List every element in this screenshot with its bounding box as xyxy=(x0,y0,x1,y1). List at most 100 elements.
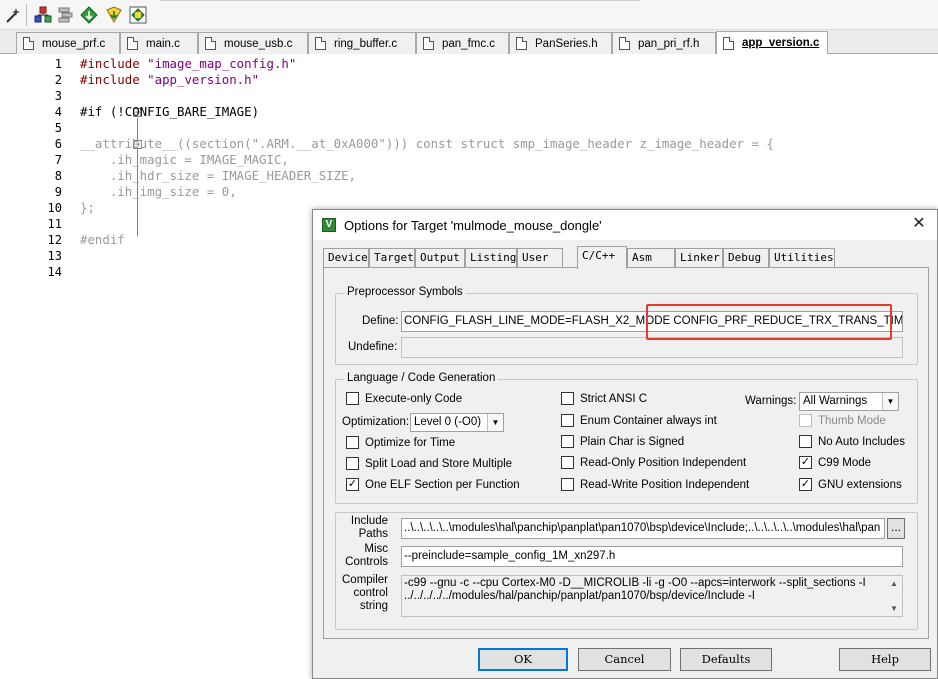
code-line-6: __attribute__((section(".ARM.__at_0xA000… xyxy=(80,136,774,151)
download-icon[interactable] xyxy=(104,5,124,25)
main-toolbar xyxy=(0,0,938,30)
define-label: Define: xyxy=(362,315,399,327)
tab-c-cpp[interactable]: C/C++ xyxy=(577,246,627,269)
file-icon xyxy=(315,37,326,50)
target-options-icon[interactable] xyxy=(79,5,99,25)
manage-project-icon[interactable] xyxy=(128,5,148,25)
tab-ring-buffer-c[interactable]: ring_buffer.c xyxy=(308,32,416,54)
check-icon: ✓ xyxy=(799,456,812,469)
file-icon xyxy=(516,37,527,50)
checkbox-box xyxy=(561,478,574,491)
code-line-2: #include "app_version.h" xyxy=(80,72,260,87)
c99-mode-checkbox[interactable]: ✓ C99 Mode xyxy=(799,456,871,469)
gnu-extensions-checkbox[interactable]: ✓ GNU extensions xyxy=(799,478,902,491)
checkbox-box xyxy=(799,414,812,427)
checkbox-box xyxy=(346,392,359,405)
dialog-tab-strip: Device Target Output Listing User C/C++ … xyxy=(323,246,929,269)
code-line-7: .ih_magic = IMAGE_MAGIC, xyxy=(80,152,289,167)
toolbar-separator xyxy=(26,4,27,26)
warnings-select[interactable]: All Warnings ▼ xyxy=(799,392,899,411)
scroll-up-icon[interactable]: ▲ xyxy=(890,577,898,590)
dialog-title: Options for Target 'mulmode_mouse_dongle… xyxy=(344,217,602,233)
chevron-down-icon: ▼ xyxy=(487,414,503,431)
tab-listing[interactable]: Listing xyxy=(465,248,517,268)
line-number: 12 xyxy=(47,233,62,247)
ok-button[interactable]: OK xyxy=(478,648,568,671)
one-elf-section-checkbox[interactable]: ✓ One ELF Section per Function xyxy=(346,478,520,491)
line-number: 11 xyxy=(47,217,62,231)
tab-output[interactable]: Output xyxy=(415,248,465,268)
vertical-scrollbar[interactable]: ▲ ▼ xyxy=(887,577,901,615)
dialog-title-bar[interactable]: V Options for Target 'mulmode_mouse_dong… xyxy=(313,210,937,240)
tab-asm[interactable]: Asm xyxy=(627,248,675,268)
plain-char-signed-checkbox[interactable]: Plain Char is Signed xyxy=(561,435,684,448)
wand-icon[interactable] xyxy=(3,5,23,25)
code-line-1: #include "image_map_config.h" xyxy=(80,56,297,71)
no-auto-includes-checkbox[interactable]: No Auto Includes xyxy=(799,435,905,448)
line-number: 9 xyxy=(54,185,62,199)
execute-only-code-checkbox[interactable]: Execute-only Code xyxy=(346,392,462,405)
close-icon[interactable]: ✕ xyxy=(909,214,929,234)
line-number: 13 xyxy=(47,249,62,263)
misc-controls-input[interactable]: --preinclude=sample_config_1M_xn297.h xyxy=(401,546,903,567)
file-icon xyxy=(23,37,34,50)
help-button[interactable]: Help xyxy=(839,648,931,671)
cancel-button[interactable]: Cancel xyxy=(578,648,671,671)
line-number: 5 xyxy=(54,121,62,135)
preprocessor-symbols-group: Preprocessor Symbols Define: CONFIG_FLAS… xyxy=(335,286,918,365)
code-line-12: #endif xyxy=(80,232,125,247)
compiler-control-string-textarea[interactable]: -c99 --gnu -c --cpu Cortex-M0 -D__MICROL… xyxy=(401,575,903,617)
build-target-icon[interactable] xyxy=(33,5,53,25)
tab-utilities[interactable]: Utilities xyxy=(769,248,835,268)
tab-panseries-h[interactable]: PanSeries.h xyxy=(509,32,612,54)
undefine-label: Undefine: xyxy=(348,341,398,353)
line-number: 6 xyxy=(54,137,62,151)
tab-target[interactable]: Target xyxy=(369,248,415,268)
optimize-for-time-checkbox[interactable]: Optimize for Time xyxy=(346,436,455,449)
checkbox-box xyxy=(561,414,574,427)
file-icon xyxy=(723,36,734,50)
optimization-select[interactable]: Level 0 (-O0) ▼ xyxy=(410,413,504,432)
split-load-store-checkbox[interactable]: Split Load and Store Multiple xyxy=(346,457,512,470)
chevron-down-icon: ▼ xyxy=(882,393,898,410)
undefine-input[interactable] xyxy=(401,337,903,358)
line-number: 2 xyxy=(54,73,62,87)
code-line-10: }; xyxy=(80,200,95,215)
scroll-down-icon[interactable]: ▼ xyxy=(890,602,898,615)
tab-mouse-usb-c[interactable]: mouse_usb.c xyxy=(198,32,308,54)
include-paths-input[interactable]: ..\..\..\..\..\modules\hal\panchip\panpl… xyxy=(401,518,885,539)
line-number: 8 xyxy=(54,169,62,183)
code-line-4: #if (!CONFIG_BARE_IMAGE) xyxy=(80,104,260,119)
line-number-gutter: 1 2 3 4 5 6 7 8 9 10 11 12 13 14 xyxy=(0,55,66,679)
c-cpp-tab-panel: Preprocessor Symbols Define: CONFIG_FLAS… xyxy=(323,267,929,639)
tab-linker[interactable]: Linker xyxy=(675,248,723,268)
readonly-position-independent-checkbox[interactable]: Read-Only Position Independent xyxy=(561,456,746,469)
tab-mouse-prf-c[interactable]: mouse_prf.c xyxy=(16,32,120,54)
check-icon: ✓ xyxy=(799,478,812,491)
toolbar-divider-line xyxy=(160,0,640,2)
tab-main-c[interactable]: main.c xyxy=(120,32,198,54)
checkbox-box xyxy=(346,457,359,470)
tab-user[interactable]: User xyxy=(517,248,563,268)
readwrite-position-independent-checkbox[interactable]: Read-Write Position Independent xyxy=(561,478,749,491)
line-number: 7 xyxy=(54,153,62,167)
file-tab-bar: mouse_prf.c main.c mouse_usb.c ring_buff… xyxy=(0,30,938,54)
file-icon xyxy=(619,37,630,50)
tab-pan-pri-rf-h[interactable]: pan_pri_rf.h xyxy=(612,32,716,54)
warnings-label: Warnings: xyxy=(745,395,797,407)
line-number: 3 xyxy=(54,89,62,103)
tab-debug[interactable]: Debug xyxy=(723,248,769,268)
line-number: 14 xyxy=(47,265,62,279)
tab-pan-fmc-c[interactable]: pan_fmc.c xyxy=(416,32,509,54)
tab-app-version-c[interactable]: app_version.c xyxy=(716,31,828,54)
keil-app-icon: V xyxy=(322,218,336,232)
browse-include-paths-button[interactable]: ... xyxy=(887,518,905,539)
strict-ansi-c-checkbox[interactable]: Strict ANSI C xyxy=(561,392,647,405)
tab-device[interactable]: Device xyxy=(323,248,369,268)
defaults-button[interactable]: Defaults xyxy=(680,648,772,671)
thumb-mode-checkbox[interactable]: Thumb Mode xyxy=(799,414,886,427)
enum-container-checkbox[interactable]: Enum Container always int xyxy=(561,414,717,427)
batch-build-icon[interactable] xyxy=(56,5,76,25)
red-highlight-box xyxy=(646,304,892,340)
checkbox-box xyxy=(346,436,359,449)
